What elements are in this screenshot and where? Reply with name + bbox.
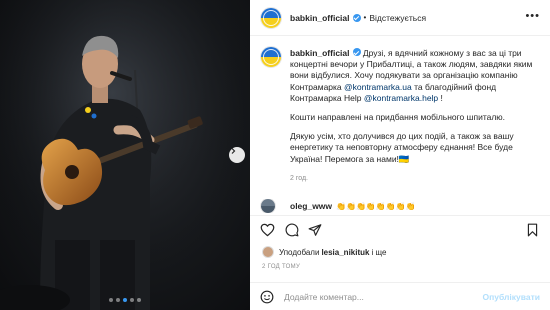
caption-username[interactable]: babkin_official — [290, 48, 350, 58]
following-button[interactable]: Відстежується — [369, 13, 426, 23]
mention-link[interactable]: @kontramarka.ua — [344, 82, 412, 92]
verified-badge-icon — [352, 13, 361, 22]
likes-prefix: Уподобали — [279, 247, 320, 257]
carousel-indicator — [0, 298, 250, 302]
comment-icon[interactable] — [285, 223, 299, 237]
caption-avatar[interactable] — [260, 46, 282, 68]
carousel-dot — [123, 298, 127, 302]
smiley-icon[interactable] — [260, 290, 274, 304]
comment-input[interactable] — [284, 291, 474, 302]
carousel-dot — [137, 298, 141, 302]
comment-username[interactable]: oleg_www — [290, 201, 332, 211]
liker-avatar[interactable] — [262, 246, 274, 258]
bookmark-icon[interactable] — [526, 223, 539, 237]
verified-badge-icon — [352, 48, 361, 56]
post-header: babkin_official • Відстежується ••• — [250, 0, 550, 36]
separator: • — [363, 13, 367, 22]
likes-summary: Уподобали lesia_nikituk і ще — [262, 246, 386, 258]
caption-paragraph: Кошти направлені на придбання мобільного… — [290, 112, 506, 123]
publish-button[interactable]: Опублікувати — [483, 292, 540, 302]
add-comment-bar: Опублікувати — [250, 282, 550, 310]
caption-paragraph: Дякую усім, хто долучився до цих подій, … — [290, 131, 514, 164]
comment-avatar[interactable] — [260, 199, 276, 213]
author-username[interactable]: babkin_official — [290, 13, 350, 23]
likes-suffix[interactable]: і ще — [371, 248, 386, 257]
comment-item: oleg_www 👏👏👏👏👏👏👏👏 — [260, 199, 542, 213]
next-photo-button[interactable] — [229, 147, 245, 163]
action-bar — [250, 215, 550, 243]
avatar[interactable] — [260, 6, 282, 29]
carousel-dot — [130, 298, 134, 302]
share-icon[interactable] — [308, 223, 322, 237]
post-photo[interactable] — [0, 0, 250, 310]
comment-text: 👏👏👏👏👏👏👏👏 — [336, 201, 416, 211]
caption-timestamp: 2 год. — [290, 174, 309, 182]
liker-username[interactable]: lesia_nikituk — [321, 248, 369, 257]
post-details-panel: babkin_official • Відстежується ••• babk… — [250, 0, 550, 310]
caption-part: ! — [438, 92, 443, 103]
caption-text: babkin_official Друзі, я вдячний кожному… — [290, 48, 542, 184]
chevron-right-icon — [231, 148, 236, 154]
more-options-icon[interactable]: ••• — [525, 10, 540, 22]
concert-photo — [0, 0, 250, 310]
carousel-dot — [116, 298, 120, 302]
post-timestamp: 2 ГОД ТОМУ — [262, 264, 301, 270]
mention-link[interactable]: @kontramarka.help — [364, 93, 438, 103]
heart-icon[interactable] — [260, 223, 275, 237]
carousel-dot — [109, 298, 113, 302]
